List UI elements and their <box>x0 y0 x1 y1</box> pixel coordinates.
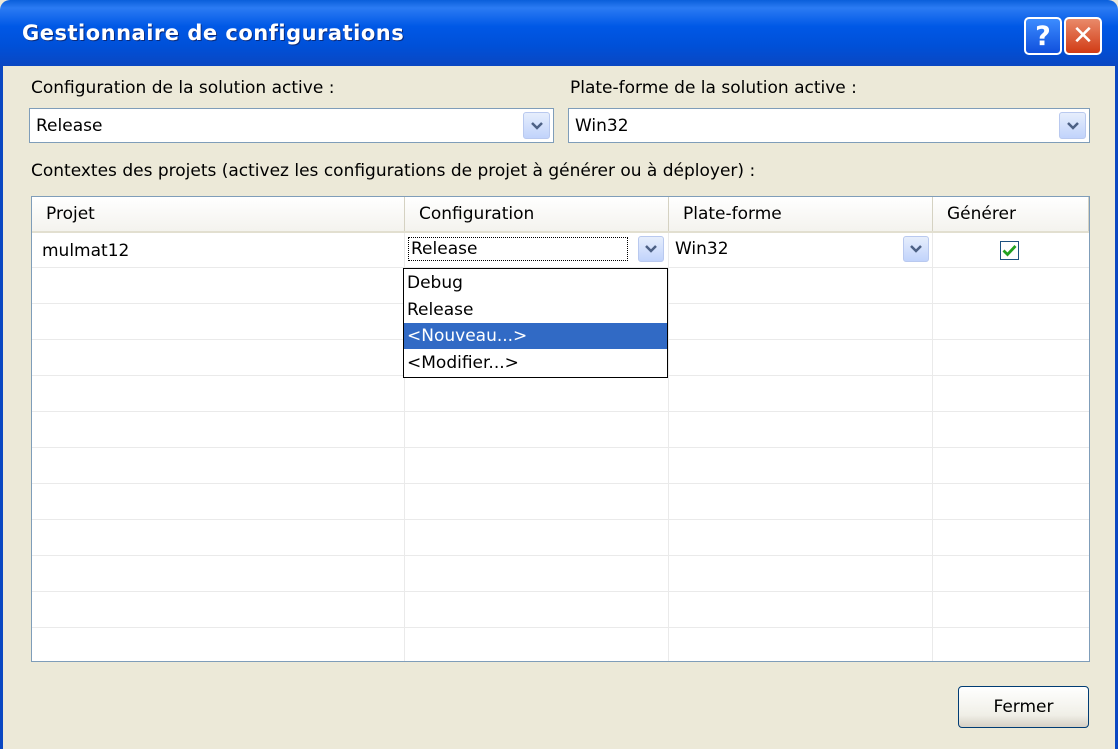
dropdown-option-edit[interactable]: <Modifier...> <box>404 350 667 376</box>
help-button[interactable]: ? <box>1024 17 1062 55</box>
column-header-configuration[interactable]: Configuration <box>405 197 669 231</box>
checkmark-icon <box>1002 245 1017 257</box>
contexts-label: Contextes des projets (activez les confi… <box>31 161 756 181</box>
project-platform-select[interactable]: Win32 <box>669 234 929 264</box>
solution-config-label: Configuration de la solution active : <box>31 78 335 98</box>
chevron-down-icon[interactable] <box>1059 112 1086 139</box>
dropdown-option-new[interactable]: <Nouveau...> <box>404 323 667 349</box>
column-header-project[interactable]: Projet <box>32 197 405 231</box>
column-header-platform[interactable]: Plate-forme <box>669 197 933 231</box>
solution-platform-select[interactable]: Win32 <box>568 108 1090 143</box>
close-icon: ✕ <box>1072 21 1094 51</box>
help-icon: ? <box>1035 20 1051 52</box>
project-name[interactable]: mulmat12 <box>42 241 129 261</box>
chevron-down-icon[interactable] <box>903 236 929 262</box>
solution-platform-value: Win32 <box>575 116 629 136</box>
dropdown-option-release[interactable]: Release <box>404 297 667 323</box>
project-configuration-value: Release <box>408 237 628 261</box>
close-button[interactable]: Fermer <box>958 686 1089 728</box>
title-bar[interactable]: Gestionnaire de configurations ? ✕ <box>0 0 1118 66</box>
build-checkbox[interactable] <box>1000 241 1019 260</box>
project-platform-value: Win32 <box>675 239 729 259</box>
chevron-down-icon[interactable] <box>638 236 664 262</box>
solution-platform-label: Plate-forme de la solution active : <box>570 78 857 98</box>
grid-header: Projet Configuration Plate-forme Générer <box>32 197 1089 233</box>
solution-config-value: Release <box>36 116 103 136</box>
project-contexts-grid[interactable]: Projet Configuration Plate-forme Générer… <box>31 196 1090 662</box>
close-window-button[interactable]: ✕ <box>1064 17 1102 55</box>
configuration-dropdown-list[interactable]: Debug Release <Nouveau...> <Modifier...> <box>403 268 668 378</box>
dropdown-option-debug[interactable]: Debug <box>404 270 667 296</box>
column-header-build[interactable]: Générer <box>933 197 1089 231</box>
chevron-down-icon[interactable] <box>523 112 550 139</box>
project-configuration-select[interactable]: Release <box>406 234 664 264</box>
window-title: Gestionnaire de configurations <box>22 21 405 45</box>
solution-config-select[interactable]: Release <box>29 108 554 143</box>
